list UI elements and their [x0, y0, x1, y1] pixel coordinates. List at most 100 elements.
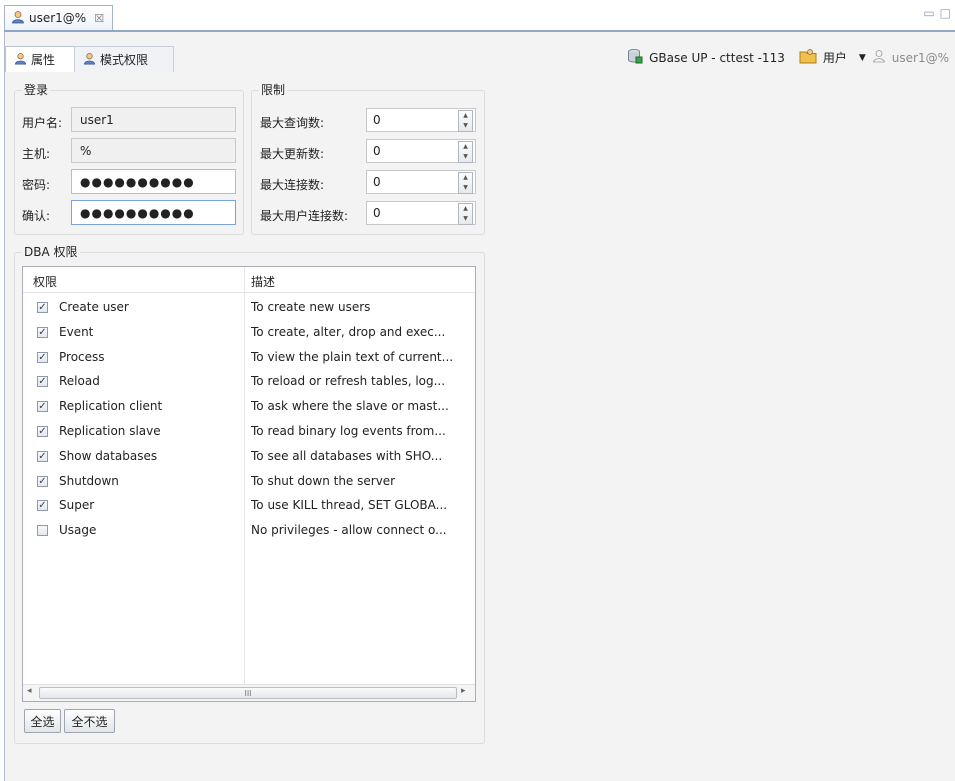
database-icon	[627, 48, 643, 67]
privilege-name: Event	[59, 324, 94, 339]
checkbox-checked[interactable]: ✓	[37, 426, 48, 437]
max-connections-value: 0	[373, 175, 381, 189]
password-field[interactable]: ●●●●●●●●●●	[71, 169, 236, 194]
privilege-name: Show databases	[59, 448, 158, 463]
horizontal-scrollbar[interactable]: ◂ III ▸	[23, 684, 475, 701]
host-value: %	[80, 143, 92, 158]
user-icon	[872, 49, 886, 66]
privilege-description: To ask where the slave or mast...	[251, 399, 449, 414]
privilege-description: To read binary log events from...	[251, 424, 446, 438]
confirm-password-field[interactable]: ●●●●●●●●●●	[71, 200, 236, 225]
privilege-name: Shutdown	[59, 473, 119, 488]
privilege-name: Replication client	[59, 399, 163, 414]
spinner-arrows-icon[interactable]: ▲ ▼	[458, 110, 473, 132]
checkbox-checked[interactable]: ✓	[37, 475, 48, 487]
tab-properties[interactable]: 属性	[5, 46, 75, 72]
privilege-description: To shut down the server	[251, 473, 396, 488]
checkbox-unchecked[interactable]	[37, 525, 48, 537]
table-header: 权限 描述	[23, 267, 475, 293]
max-queries-value: 0	[373, 113, 381, 127]
privilege-description: No privileges - allow connect o...	[251, 523, 447, 538]
privilege-description: To use KILL thread, SET GLOBA...	[251, 498, 448, 513]
host-field: %	[71, 138, 236, 163]
spinner-arrows-icon[interactable]: ▲ ▼	[458, 203, 473, 225]
max-connections-spinner[interactable]: 0 ▲ ▼	[366, 170, 476, 194]
max-user-connections-label: 最大用户连接数:	[260, 209, 349, 223]
table-row[interactable]: ✓ Process To view the plain text of curren…	[23, 346, 475, 371]
max-user-connections-spinner[interactable]: 0 ▲ ▼	[366, 201, 476, 225]
user-icon	[83, 52, 96, 68]
spinner-arrows-icon[interactable]: ▲ ▼	[458, 141, 473, 163]
table-row[interactable]: ✓ Replication client To ask where the slav…	[23, 395, 475, 420]
editor-tab-title: user1@%	[29, 11, 87, 25]
privilege-description: To reload or refresh tables, log...	[251, 374, 446, 389]
checkbox-checked[interactable]: ✓	[37, 326, 48, 338]
editor-tab-strip	[0, 0, 955, 34]
connection-label: GBase UP - cttest -113	[649, 50, 785, 65]
close-icon[interactable]: ☒	[94, 12, 104, 25]
password-label: 密码:	[22, 178, 51, 192]
privilege-name: Usage	[59, 523, 97, 538]
select-none-label: 全不选	[71, 714, 108, 729]
editor-tab[interactable]: user1@% ☒	[4, 5, 114, 30]
table-row[interactable]: ✓ Shutdown To shut down the server	[23, 470, 475, 495]
limits-group-title: 限制	[259, 81, 288, 98]
editor-toolbar: GBase UP - cttest -113 用户 ▼ user1@%	[627, 48, 949, 67]
table-row[interactable]: ✓ Create user To create new users	[23, 296, 475, 321]
max-updates-label: 最大更新数:	[260, 147, 325, 161]
dropdown-arrow-icon[interactable]: ▼	[859, 53, 866, 63]
table-row[interactable]: ✓ Replication slave To read binary log eve…	[23, 420, 475, 445]
minimize-icon[interactable]: ▭	[923, 6, 934, 20]
max-updates-spinner[interactable]: 0 ▲ ▼	[366, 139, 476, 163]
users-label[interactable]: 用户	[823, 49, 847, 66]
select-all-button[interactable]: 全选	[24, 709, 61, 733]
select-all-label: 全选	[30, 714, 55, 729]
dba-privileges-table: 权限 描述 ✓ Create user To create new users ✓ Ev…	[22, 266, 476, 702]
checkbox-checked[interactable]: ✓	[37, 401, 48, 413]
privilege-name: Super	[59, 498, 95, 513]
users-folder-icon	[799, 48, 817, 67]
privilege-description: To create, alter, drop and exec...	[251, 324, 446, 339]
table-row[interactable]: Usage No privileges - allow connect o...	[23, 519, 475, 544]
confirm-label: 确认:	[22, 209, 51, 223]
spinner-arrows-icon[interactable]: ▲ ▼	[458, 172, 473, 194]
privilege-description: To create new users	[251, 300, 371, 314]
confirm-value: ●●●●●●●●●●	[80, 205, 195, 220]
password-value: ●●●●●●●●●●	[80, 174, 195, 189]
privilege-name: Create user	[59, 300, 129, 314]
table-row[interactable]: ✓ Show databases To see all databases with…	[23, 445, 475, 470]
column-header-description[interactable]: 描述	[251, 273, 275, 290]
host-label: 主机:	[22, 147, 51, 161]
max-queries-label: 最大查询数:	[260, 116, 325, 130]
checkbox-checked[interactable]: ✓	[37, 376, 48, 388]
table-row[interactable]: ✓ Super To use KILL thread, SET GLOBA...	[23, 494, 475, 519]
column-header-privilege[interactable]: 权限	[33, 273, 57, 290]
dba-group-title: DBA 权限	[22, 243, 80, 260]
checkbox-checked[interactable]: ✓	[37, 351, 48, 363]
user-icon	[14, 52, 27, 68]
max-queries-spinner[interactable]: 0 ▲ ▼	[366, 108, 476, 132]
user-icon	[11, 10, 25, 27]
tab-schema-privileges[interactable]: 模式权限	[74, 46, 174, 72]
window-controls: ▭ □	[923, 6, 951, 20]
privilege-name: Process	[59, 349, 105, 364]
tab-schema-privileges-label: 模式权限	[100, 53, 149, 67]
max-connections-label: 最大连接数:	[260, 178, 325, 192]
max-updates-value: 0	[373, 144, 381, 158]
login-group-title: 登录	[22, 81, 51, 98]
tab-properties-label: 属性	[31, 53, 56, 67]
table-row[interactable]: ✓ Reload To reload or refresh tables, log.…	[23, 370, 475, 395]
select-none-button[interactable]: 全不选	[64, 709, 115, 733]
privilege-name: Reload	[59, 374, 100, 389]
scroll-right-icon[interactable]: ▸	[461, 686, 466, 696]
maximize-icon[interactable]: □	[940, 6, 951, 20]
scroll-left-icon[interactable]: ◂	[27, 686, 32, 696]
checkbox-checked[interactable]: ✓	[37, 302, 48, 313]
privilege-description: To see all databases with SHO...	[251, 448, 443, 463]
table-row[interactable]: ✓ Event To create, alter, drop and exec...	[23, 321, 475, 346]
current-user-label[interactable]: user1@%	[892, 51, 949, 65]
checkbox-checked[interactable]: ✓	[37, 450, 48, 462]
checkbox-checked[interactable]: ✓	[37, 500, 48, 512]
scroll-thumb[interactable]: III	[39, 687, 457, 699]
privilege-name: Replication slave	[59, 424, 161, 438]
